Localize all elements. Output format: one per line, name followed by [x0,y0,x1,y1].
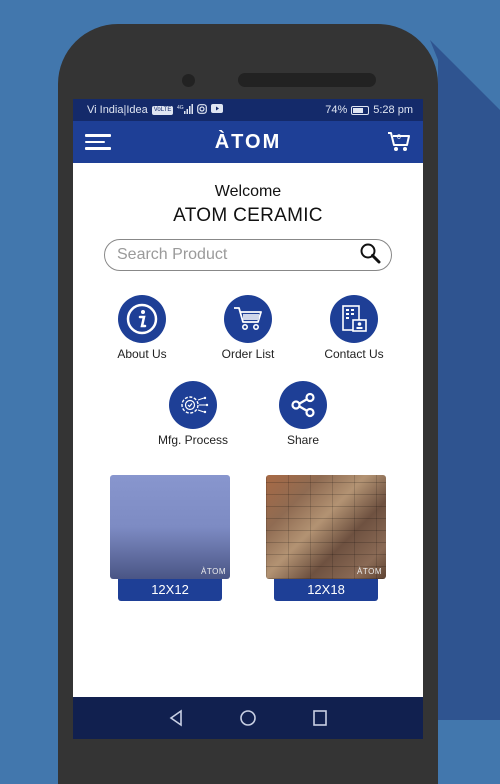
svg-text:4G: 4G [177,105,184,111]
product-size-label: 12X12 [118,579,222,601]
building-contact-icon [330,295,378,343]
menu-item-contact-us[interactable]: Contact Us [320,295,388,361]
watermark-logo: ÀTOM [201,567,226,576]
menu-item-label: Share [286,433,320,447]
earpiece-speaker [238,73,376,87]
cart-button[interactable]: 0 [387,131,411,153]
app-screen: Vi India|Idea VoLTE 4G 74% 5:28 pm ÀTOM [73,99,423,739]
menu-item-order-list[interactable]: Order List [214,295,282,361]
instagram-icon [197,103,208,117]
menu-item-label: Contact Us [324,347,384,361]
signal-icon: 4G [177,103,194,117]
menu-item-share[interactable]: Share [269,381,337,447]
search-input[interactable] [115,245,359,265]
system-nav-bar [73,697,423,739]
volte-icon: VoLTE [151,105,174,115]
share-icon [279,381,327,429]
product-image: ÀTOM [110,475,230,579]
menu-item-label: Order List [221,347,275,361]
menu-item-label: About Us [117,347,167,361]
home-icon[interactable] [239,709,257,727]
carrier-name: Vi India|Idea [87,104,148,116]
search-bar [104,239,392,271]
back-icon[interactable] [167,709,185,727]
menu-item-label: Mfg. Process [157,433,229,447]
battery-percent: 74% [325,104,348,116]
product-image: ÀTOM [266,475,386,579]
recents-icon[interactable] [311,709,329,727]
product-size-label: 12X18 [274,579,378,601]
shopping-cart-icon [224,295,272,343]
info-icon [118,295,166,343]
menu-item-about-us[interactable]: About Us [108,295,176,361]
front-camera [182,74,195,87]
status-bar: Vi India|Idea VoLTE 4G 74% 5:28 pm [73,99,423,121]
clock: 5:28 pm [373,104,413,116]
brand-logo: ÀTOM [214,130,282,153]
search-icon[interactable] [359,242,381,269]
app-bar: ÀTOM 0 [73,121,423,163]
battery-icon [351,105,370,115]
youtube-icon [211,104,224,116]
menu-item-mfg-process[interactable]: Mfg. Process [157,381,229,447]
menu-icon[interactable] [85,134,113,150]
product-card-12x12[interactable]: ÀTOM 12X12 [110,475,230,601]
watermark-logo: ÀTOM [357,567,382,576]
product-card-12x18[interactable]: ÀTOM 12X18 [266,475,386,601]
cart-count-badge: 0 [397,134,401,141]
company-name: ATOM CERAMIC [173,205,323,226]
welcome-text: Welcome [214,183,282,200]
gear-process-icon [169,381,217,429]
